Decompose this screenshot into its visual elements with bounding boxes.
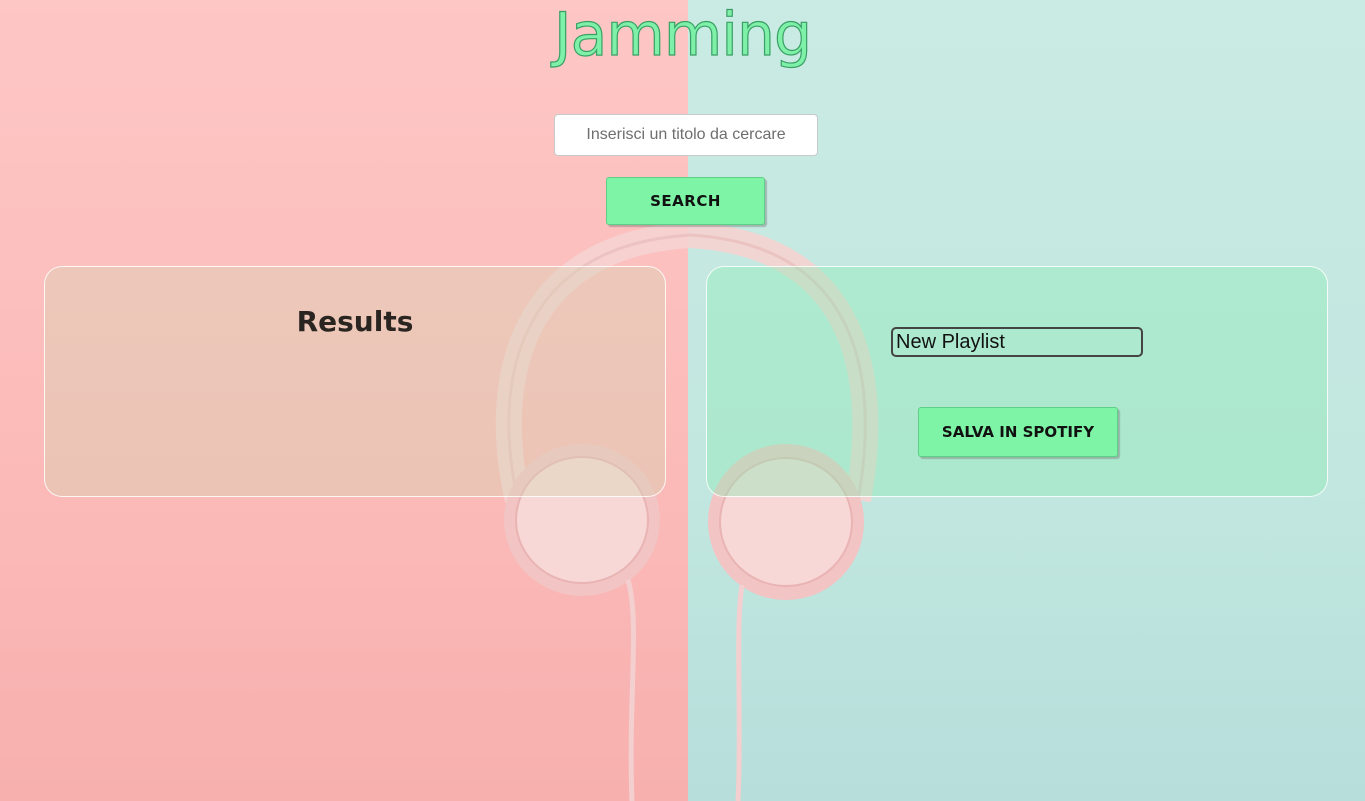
- search-input[interactable]: [554, 114, 818, 156]
- app-page: Jamming SEARCH Results SALVA IN SPOTIFY: [0, 0, 1365, 801]
- save-to-spotify-button[interactable]: SALVA IN SPOTIFY: [918, 407, 1118, 457]
- search-button[interactable]: SEARCH: [606, 177, 765, 225]
- search-button-label: SEARCH: [650, 192, 721, 210]
- save-to-spotify-label: SALVA IN SPOTIFY: [941, 423, 1095, 441]
- results-panel: Results: [44, 266, 666, 497]
- playlist-panel: SALVA IN SPOTIFY: [706, 266, 1328, 497]
- results-title: Results: [296, 305, 414, 338]
- playlist-name-input[interactable]: [891, 327, 1143, 357]
- app-logo: Jamming: [553, 0, 812, 71]
